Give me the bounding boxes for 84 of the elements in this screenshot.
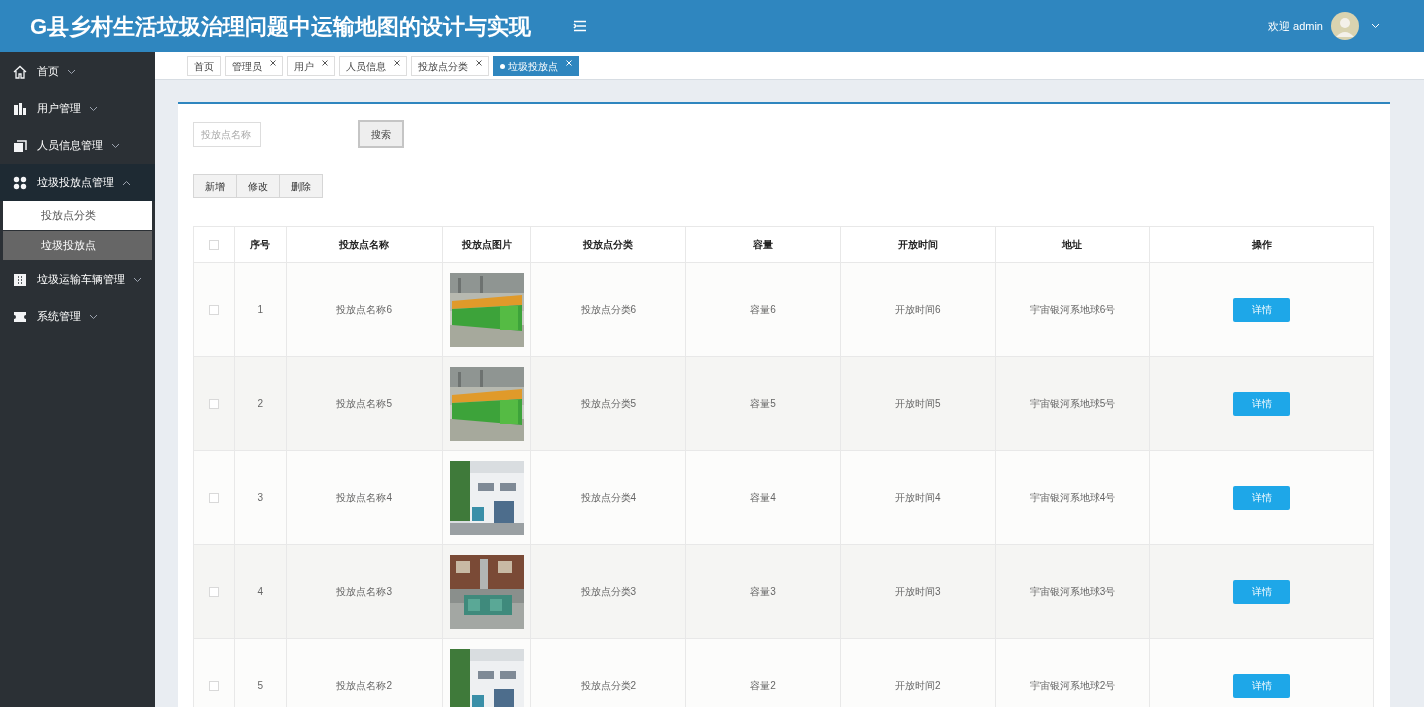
chevron-down-icon bbox=[89, 105, 98, 112]
column-header: 序号 bbox=[250, 238, 271, 252]
table-cell-text: 投放点名称2 bbox=[336, 679, 392, 693]
menu-icon[interactable] bbox=[573, 20, 588, 32]
sidebar-item[interactable]: 人员信息管理 bbox=[0, 127, 155, 164]
column-header: 投放点分类 bbox=[583, 238, 634, 252]
close-icon[interactable] bbox=[394, 59, 400, 66]
column-header: 开放时间 bbox=[897, 238, 938, 252]
welcome-text: 欢迎 admin bbox=[1267, 18, 1323, 34]
table-cell-text: 开放时间5 bbox=[894, 397, 941, 411]
close-icon[interactable] bbox=[270, 59, 276, 66]
table-cell-text: 容量3 bbox=[750, 585, 776, 599]
search-field[interactable]: 投放点名称 bbox=[193, 121, 261, 147]
toolbar-button[interactable]: 修改 bbox=[236, 174, 280, 198]
table-cell-text: 宇宙银河系地球2号 bbox=[1029, 679, 1116, 693]
table-cell-text: 投放点名称6 bbox=[336, 303, 392, 317]
table-cell-text: 宇宙银河系地球5号 bbox=[1029, 397, 1116, 411]
chevron-down-icon[interactable] bbox=[1371, 23, 1380, 29]
sidebar-item[interactable]: 系统管理 bbox=[0, 298, 155, 335]
table-cell-text: 投放点名称4 bbox=[336, 491, 392, 505]
table-cell-text: 1 bbox=[257, 303, 264, 317]
checkbox[interactable] bbox=[208, 680, 219, 691]
toolbar-button[interactable]: 新增 bbox=[193, 174, 237, 198]
grid-icon bbox=[13, 175, 27, 190]
column-header: 容量 bbox=[753, 238, 773, 252]
tab[interactable]: 人员信息 bbox=[339, 55, 407, 76]
table-cell-text: 开放时间6 bbox=[894, 303, 941, 317]
table-icon bbox=[13, 272, 27, 287]
checkbox[interactable] bbox=[208, 492, 219, 503]
avatar-icon[interactable] bbox=[1331, 12, 1359, 40]
home-icon bbox=[13, 64, 27, 79]
tab[interactable]: 用户 bbox=[287, 55, 335, 76]
checkbox[interactable] bbox=[208, 239, 219, 250]
close-icon[interactable] bbox=[322, 59, 328, 66]
ticket-icon bbox=[13, 309, 27, 324]
table-cell-text: 投放点分类4 bbox=[580, 491, 637, 505]
table-cell-text: 投放点分类6 bbox=[580, 303, 637, 317]
table-cell-text: 5 bbox=[257, 679, 264, 693]
sidebar-item[interactable]: 垃圾运输车辆管理 bbox=[0, 261, 155, 298]
column-header: 投放点图片 bbox=[461, 238, 512, 252]
building-icon bbox=[13, 101, 27, 116]
tab[interactable]: 投放点分类 bbox=[411, 55, 489, 76]
checkbox[interactable] bbox=[208, 304, 219, 315]
table-cell-text: 投放点分类3 bbox=[580, 585, 637, 599]
table-cell-text: 投放点名称3 bbox=[336, 585, 392, 599]
column-header: 投放点名称 bbox=[339, 238, 390, 252]
table-cell-text: 2 bbox=[257, 397, 264, 411]
table-cell-text: 开放时间3 bbox=[894, 585, 941, 599]
table-cell-text: 投放点分类2 bbox=[580, 679, 637, 693]
app-title: G县乡村生活垃圾治理问题中运输地图的设计与实现 bbox=[30, 12, 532, 41]
chevron-up-icon bbox=[122, 179, 131, 186]
table-cell-text: 开放时间4 bbox=[894, 491, 941, 505]
table-cell-text: 宇宙银河系地球6号 bbox=[1029, 303, 1116, 317]
column-header: 地址 bbox=[1062, 238, 1083, 252]
tab[interactable]: 垃圾投放点 bbox=[493, 55, 579, 76]
chevron-down-icon bbox=[133, 276, 142, 283]
table-cell-text: 4 bbox=[257, 585, 264, 599]
toolbar-button[interactable]: 删除 bbox=[279, 174, 323, 198]
table-cell-text: 开放时间2 bbox=[894, 679, 941, 693]
copy-icon bbox=[13, 138, 27, 153]
checkbox[interactable] bbox=[208, 586, 219, 597]
sidebar-item[interactable]: 垃圾投放点管理 bbox=[0, 164, 155, 201]
close-icon[interactable] bbox=[476, 59, 482, 66]
sidebar-item[interactable]: 用户管理 bbox=[0, 90, 155, 127]
checkbox[interactable] bbox=[208, 398, 219, 409]
chevron-down-icon bbox=[89, 313, 98, 320]
table-cell-text: 容量6 bbox=[750, 303, 776, 317]
submenu-item[interactable]: 垃圾投放点 bbox=[3, 231, 152, 260]
table-cell-text: 投放点分类5 bbox=[580, 397, 637, 411]
tab[interactable]: 管理员 bbox=[225, 55, 283, 76]
chevron-down-icon bbox=[67, 68, 76, 75]
tab[interactable]: 首页 bbox=[187, 55, 221, 76]
table-cell-text: 投放点名称5 bbox=[336, 397, 392, 411]
table-cell-text: 容量2 bbox=[750, 679, 776, 693]
table-cell-text: 宇宙银河系地球4号 bbox=[1029, 491, 1116, 505]
submenu-item[interactable]: 投放点分类 bbox=[3, 201, 152, 230]
sidebar-item[interactable]: 首页 bbox=[0, 53, 155, 90]
search-button[interactable]: 搜索 bbox=[358, 120, 404, 148]
column-header: 操作 bbox=[1251, 238, 1272, 252]
chevron-down-icon bbox=[111, 142, 120, 149]
table-cell-text: 容量5 bbox=[750, 397, 776, 411]
table-cell-text: 3 bbox=[257, 491, 264, 505]
table-cell-text: 宇宙银河系地球3号 bbox=[1029, 585, 1116, 599]
table-cell-text: 容量4 bbox=[750, 491, 776, 505]
